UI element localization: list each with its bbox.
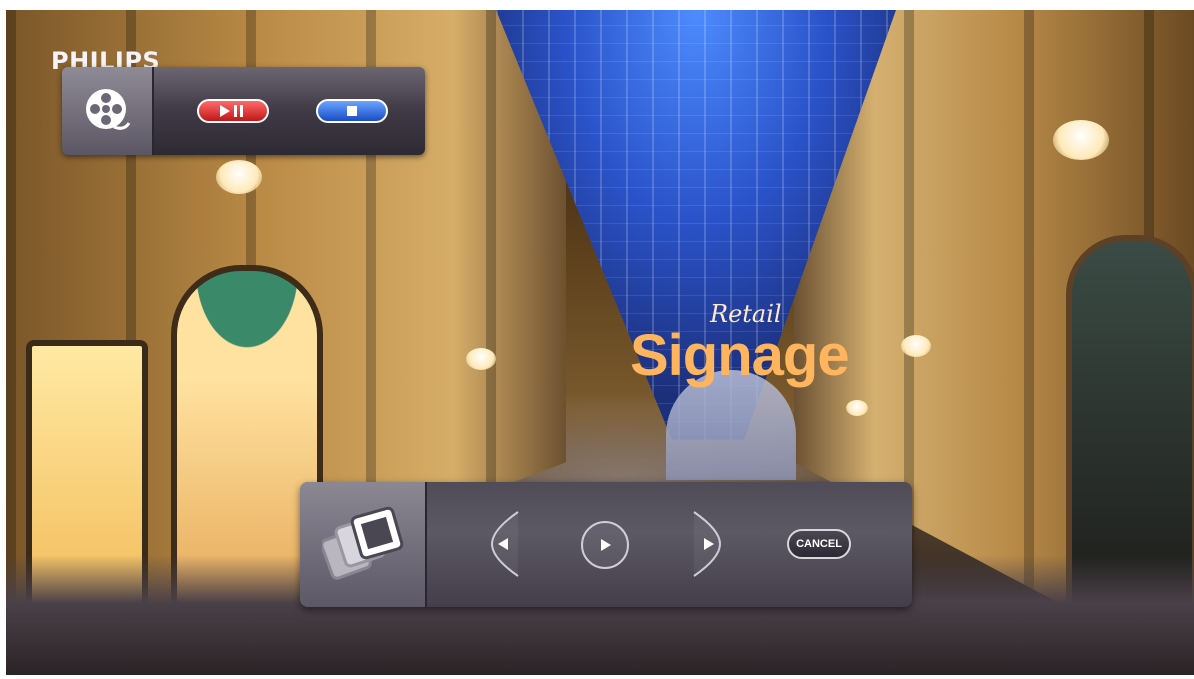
photo-slides-icon (322, 506, 404, 580)
stop-button[interactable] (316, 99, 388, 123)
chevron-left-icon (490, 511, 519, 577)
lamp (846, 400, 868, 416)
playback-panel (62, 67, 425, 155)
lamp (216, 160, 262, 194)
retail-signage-logo: Retail Signage (630, 300, 860, 400)
play-icon (581, 521, 629, 569)
lamp (901, 335, 931, 357)
media-type-cell (300, 482, 427, 607)
play-pause-button[interactable] (197, 99, 269, 123)
stop-icon (347, 106, 357, 116)
film-reel-icon (86, 89, 130, 130)
chevron-right-icon (693, 511, 722, 577)
play-button[interactable] (580, 520, 630, 570)
play-pause-icon (220, 105, 243, 117)
lamp (1053, 120, 1109, 160)
lamp (466, 348, 496, 370)
cancel-button[interactable]: CANCEL (787, 529, 851, 559)
next-button[interactable] (690, 510, 724, 578)
previous-button[interactable] (488, 510, 522, 578)
logo-signage-text: Signage (630, 323, 850, 388)
media-type-cell (62, 67, 154, 155)
slideshow-panel: CANCEL (300, 482, 912, 607)
